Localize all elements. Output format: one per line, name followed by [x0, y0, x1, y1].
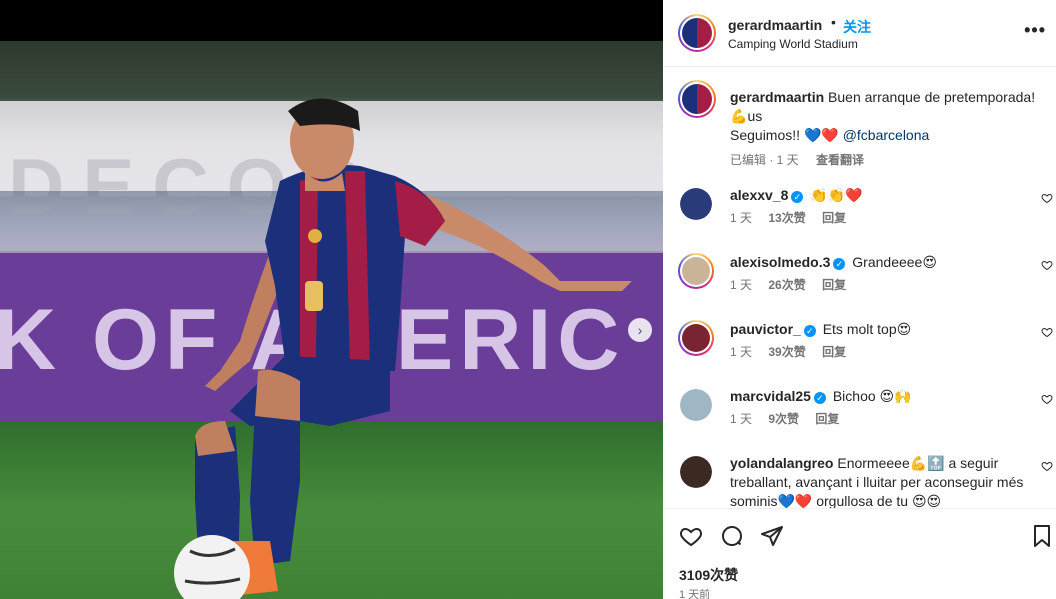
- comment-text: pauvictor_ ✓ Ets molt top😍: [730, 320, 1030, 339]
- comment-meta: 1 天 26次赞 回复: [730, 276, 859, 293]
- comments-list[interactable]: gerardmaartin Buen arranque de pretempor…: [663, 68, 1056, 508]
- post-photo[interactable]: DECOR K OF AMERIC: [0, 41, 663, 599]
- post-timestamp: 1 天前: [679, 589, 711, 599]
- comment-row: yolandalangreo Enormeeee💪🔝 a seguir treb…: [663, 454, 1056, 508]
- comment-text: marcvidal25 ✓ Bichoo 😍🙌: [730, 387, 1030, 406]
- comment-time: 1 天: [730, 278, 753, 292]
- comment-likes[interactable]: 13次赞: [768, 211, 805, 225]
- header-separator: •: [831, 14, 836, 30]
- comment-reply-button[interactable]: 回复: [822, 211, 846, 225]
- comment-time: 1 天: [730, 412, 753, 426]
- caption-meta: 已编辑 · 1 天 查看翻译: [730, 151, 1040, 170]
- comment-row: pauvictor_ ✓ Ets molt top😍 1 天 39次赞 回复: [663, 320, 1056, 380]
- comment-username[interactable]: alexisolmedo.3: [730, 254, 830, 270]
- comment-username[interactable]: alexxv_8: [730, 187, 788, 203]
- post-actions: 3109次赞 1 天前: [663, 508, 1056, 599]
- author-username[interactable]: gerardmaartin: [728, 17, 822, 33]
- caption-line-1: Buen arranque de pretemporada!: [828, 89, 1036, 105]
- comment-body: Ets molt top😍: [822, 321, 912, 337]
- post-media: DECOR K OF AMERIC ›: [0, 0, 663, 599]
- comment-row: alexxv_8 ✓ 👏👏❤️ 1 天 13次赞 回复: [663, 186, 1056, 246]
- post-side-panel: gerardmaartin • 关注 Camping World Stadium…: [663, 0, 1056, 599]
- heart-icon[interactable]: [1041, 192, 1053, 204]
- comment-time: 1 天: [730, 345, 753, 359]
- follow-button[interactable]: 关注: [843, 17, 871, 37]
- comment-meta: 1 天 13次赞 回复: [730, 209, 859, 226]
- comment-likes[interactable]: 9次赞: [768, 412, 799, 426]
- caption-edited: 已编辑 · 1 天: [730, 153, 799, 167]
- caption-line-2: Seguimos!!: [730, 127, 804, 143]
- verified-icon: ✓: [813, 392, 826, 404]
- comment-time: 1 天: [730, 211, 753, 225]
- post-header: gerardmaartin • 关注 Camping World Stadium…: [663, 0, 1056, 67]
- comment-reply-button[interactable]: 回复: [815, 412, 839, 426]
- comment-avatar[interactable]: [678, 253, 714, 289]
- heart-icon[interactable]: [1041, 326, 1053, 338]
- comment-body: Grandeeee😍: [852, 254, 937, 270]
- caption-avatar[interactable]: [678, 80, 716, 118]
- caption-line-1b: us: [747, 108, 763, 124]
- post-location[interactable]: Camping World Stadium: [728, 37, 858, 51]
- caption-hearts: 💙❤️: [803, 127, 839, 143]
- comment-meta: 1 天 9次赞 回复: [730, 410, 852, 427]
- caption-mention[interactable]: @fcbarcelona: [843, 127, 930, 143]
- bookmark-icon[interactable]: [1030, 524, 1054, 548]
- verified-icon: ✓: [803, 325, 816, 337]
- comment-avatar[interactable]: [678, 320, 714, 356]
- caption-emoji: 💪: [730, 108, 748, 124]
- carousel-next-button[interactable]: ›: [628, 318, 652, 342]
- comment-reply-button[interactable]: 回复: [822, 278, 846, 292]
- comment-row: marcvidal25 ✓ Bichoo 😍🙌 1 天 9次赞 回复: [663, 387, 1056, 447]
- comment-username[interactable]: pauvictor_: [730, 321, 801, 337]
- comment-row: alexisolmedo.3 ✓ Grandeeee😍 1 天 26次赞 回复: [663, 253, 1056, 313]
- comment-avatar[interactable]: [680, 389, 712, 421]
- comment-body: 👏👏❤️: [810, 187, 863, 203]
- heart-icon[interactable]: [1041, 259, 1053, 271]
- caption-username[interactable]: gerardmaartin: [730, 89, 824, 105]
- comment-text: yolandalangreo Enormeeee💪🔝 a seguir treb…: [730, 454, 1030, 508]
- translate-link[interactable]: 查看翻译: [816, 153, 864, 167]
- share-icon[interactable]: [760, 524, 784, 548]
- author-avatar[interactable]: [678, 14, 716, 52]
- likes-count[interactable]: 3109次赞: [679, 565, 738, 585]
- comment-icon[interactable]: [720, 524, 744, 548]
- caption-text: gerardmaartin Buen arranque de pretempor…: [730, 88, 1040, 170]
- comment-reply-button[interactable]: 回复: [822, 345, 846, 359]
- verified-icon: ✓: [791, 191, 804, 203]
- heart-icon[interactable]: [679, 524, 703, 548]
- comment-text: alexxv_8 ✓ 👏👏❤️: [730, 186, 1030, 205]
- comment-avatar[interactable]: [680, 456, 712, 488]
- football-player: [174, 98, 632, 599]
- heart-icon[interactable]: [1041, 393, 1053, 405]
- comment-username[interactable]: marcvidal25: [730, 388, 811, 404]
- heart-icon[interactable]: [1041, 460, 1053, 472]
- more-options-icon[interactable]: •••: [1024, 20, 1046, 41]
- comment-avatar[interactable]: [680, 188, 712, 220]
- comment-meta: 1 天 39次赞 回复: [730, 343, 859, 360]
- comment-text: alexisolmedo.3 ✓ Grandeeee😍: [730, 253, 1030, 272]
- comment-username[interactable]: yolandalangreo: [730, 455, 833, 471]
- comment-likes[interactable]: 39次赞: [768, 345, 805, 359]
- verified-icon: ✓: [833, 258, 846, 270]
- comment-likes[interactable]: 26次赞: [768, 278, 805, 292]
- comment-body: Bichoo 😍🙌: [832, 388, 912, 404]
